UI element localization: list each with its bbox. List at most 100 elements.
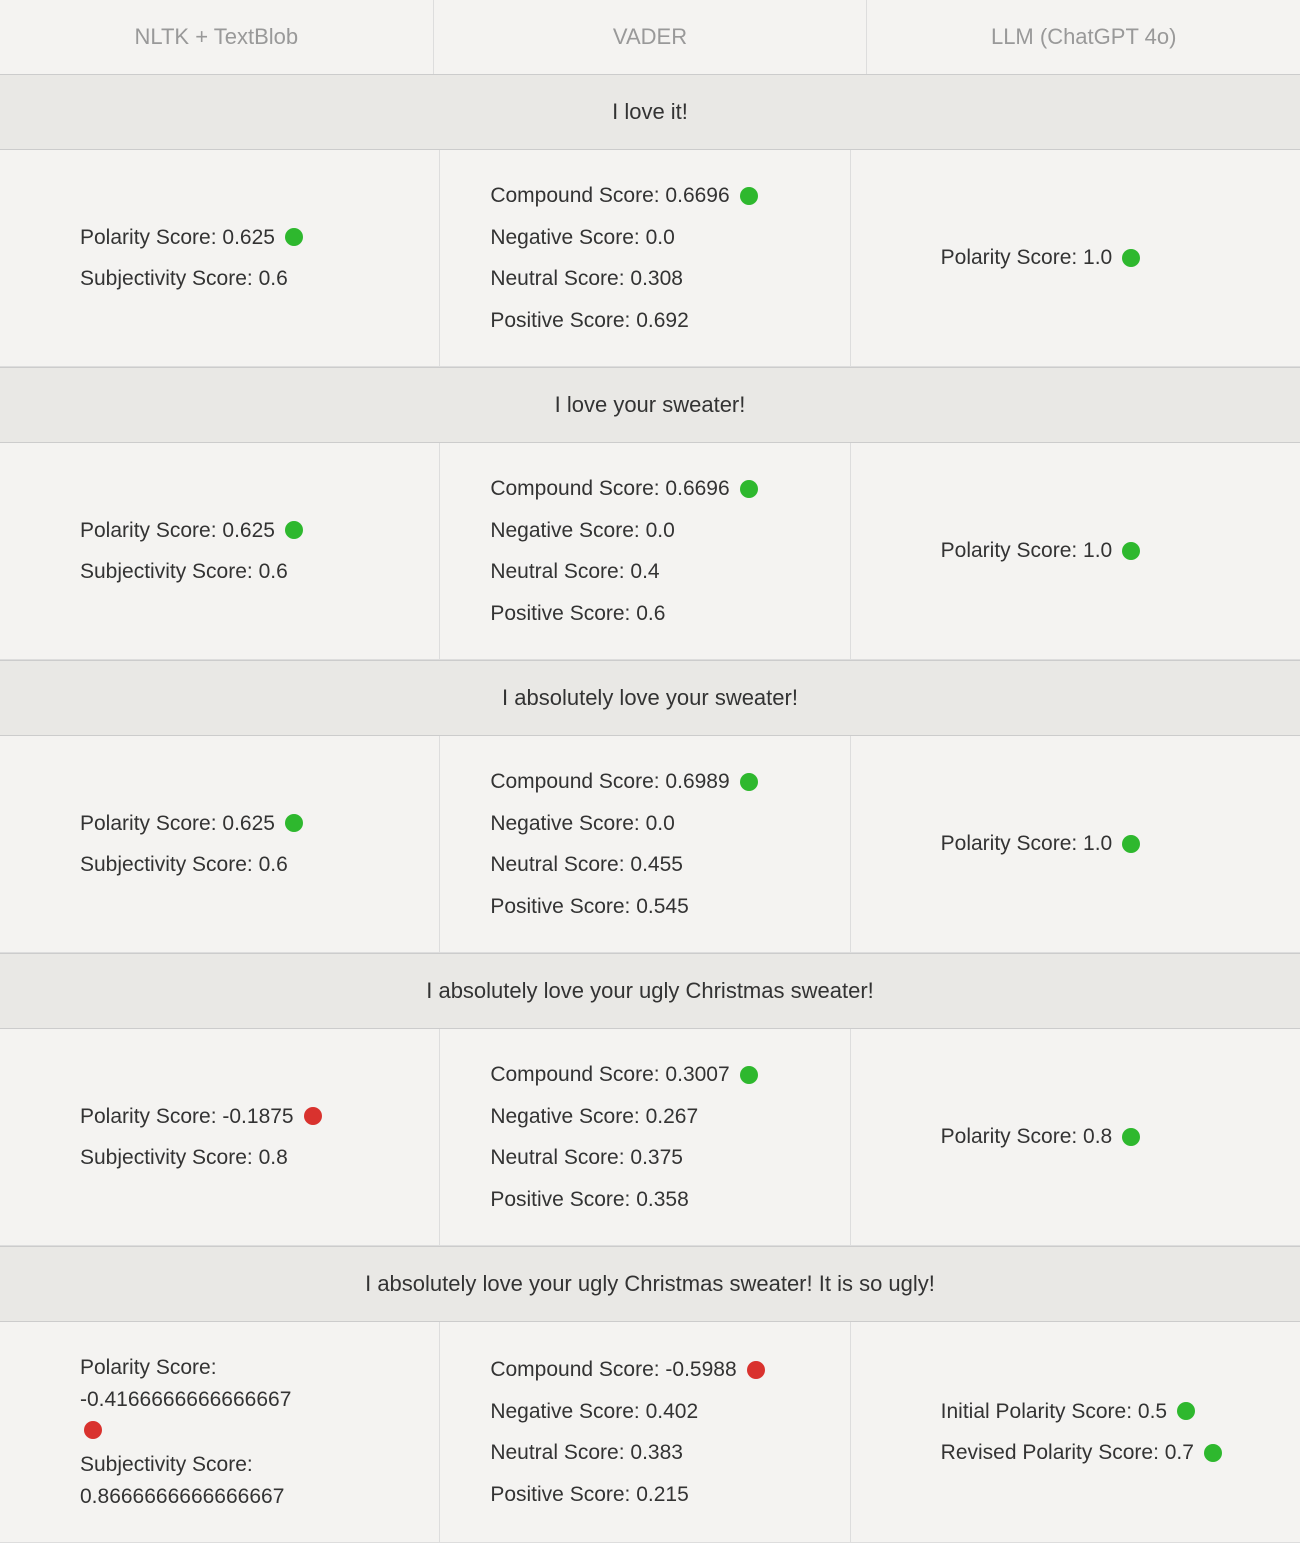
polarity-line: Polarity Score: 0.625 [80,515,399,547]
llm-dot-icon [1122,835,1140,853]
llm-dot-icon [1122,1128,1140,1146]
subjectivity-label: Subjectivity Score: 0.6 [80,556,288,588]
polarity-dot-icon [285,228,303,246]
llm-label: Polarity Score: 0.8 [941,1121,1113,1153]
llm-dot-icon [1122,249,1140,267]
positive-label: Positive Score: 0.692 [490,305,688,337]
compound-dot-icon [740,773,758,791]
polarity-label: Polarity Score: -0.4166666666666667 [80,1352,399,1415]
negative-label: Negative Score: 0.0 [490,515,674,547]
subjectivity-label: Subjectivity Score: 0.8666666666666667 [80,1449,399,1512]
positive-label: Positive Score: 0.358 [490,1184,688,1216]
header-nltk: NLTK + TextBlob [0,0,434,74]
llm-cell: Polarity Score: 0.8 [851,1029,1300,1245]
compound-dot-icon [747,1361,765,1379]
header-llm: LLM (ChatGPT 4o) [867,0,1300,74]
llm-label: Revised Polarity Score: 0.7 [941,1437,1194,1469]
polarity-line: Polarity Score: 0.625 [80,222,399,254]
neutral-line: Neutral Score: 0.4 [490,556,809,588]
subjectivity-line: Subjectivity Score: 0.6 [80,849,399,881]
subjectivity-line: Subjectivity Score: 0.8666666666666667 [80,1449,399,1512]
negative-label: Negative Score: 0.0 [490,222,674,254]
negative-line: Negative Score: 0.0 [490,515,809,547]
llm-cell: Initial Polarity Score: 0.5 Revised Pola… [851,1322,1300,1542]
compound-label: Compound Score: 0.6989 [490,766,729,798]
data-row: Polarity Score: 0.625 Subjectivity Score… [0,443,1300,660]
polarity-label: Polarity Score: 0.625 [80,515,275,547]
llm-cell: Polarity Score: 1.0 [851,736,1300,952]
nltk-cell: Polarity Score: -0.4166666666666667 Subj… [0,1322,440,1542]
subjectivity-label: Subjectivity Score: 0.6 [80,263,288,295]
compound-label: Compound Score: 0.3007 [490,1059,729,1091]
positive-line: Positive Score: 0.545 [490,891,809,923]
polarity-label: Polarity Score: 0.625 [80,808,275,840]
sentence-row: I absolutely love your ugly Christmas sw… [0,1246,1300,1322]
llm-line: Polarity Score: 0.8 [941,1121,1141,1153]
positive-label: Positive Score: 0.6 [490,598,665,630]
llm-line: Revised Polarity Score: 0.7 [941,1437,1222,1469]
vader-cell: Compound Score: 0.6696 Negative Score: 0… [440,443,850,659]
neutral-line: Neutral Score: 0.308 [490,263,809,295]
compound-label: Compound Score: 0.6696 [490,473,729,505]
llm-line: Polarity Score: 1.0 [941,242,1141,274]
negative-line: Negative Score: 0.0 [490,222,809,254]
vader-cell: Compound Score: 0.6696 Negative Score: 0… [440,150,850,366]
compound-label: Compound Score: -0.5988 [490,1354,736,1386]
negative-line: Negative Score: 0.402 [490,1396,809,1428]
comparison-table: NLTK + TextBlob VADER LLM (ChatGPT 4o) I… [0,0,1300,1543]
llm-line: Polarity Score: 1.0 [941,828,1141,860]
positive-line: Positive Score: 0.6 [490,598,809,630]
llm-label: Polarity Score: 1.0 [941,242,1113,274]
data-row: Polarity Score: -0.1875 Subjectivity Sco… [0,1029,1300,1246]
llm-cell: Polarity Score: 1.0 [851,443,1300,659]
polarity-line: Polarity Score: -0.1875 [80,1101,399,1133]
sentence-row: I absolutely love your sweater! [0,660,1300,736]
subjectivity-label: Subjectivity Score: 0.8 [80,1142,288,1174]
compound-dot-icon [740,187,758,205]
negative-line: Negative Score: 0.0 [490,808,809,840]
compound-line: Compound Score: 0.3007 [490,1059,809,1091]
positive-line: Positive Score: 0.215 [490,1479,809,1511]
llm-dot-icon [1177,1402,1195,1420]
compound-line: Compound Score: 0.6696 [490,180,809,212]
vader-cell: Compound Score: -0.5988 Negative Score: … [440,1322,850,1542]
positive-label: Positive Score: 0.545 [490,891,688,923]
data-row: Polarity Score: -0.4166666666666667 Subj… [0,1322,1300,1543]
vader-cell: Compound Score: 0.3007 Negative Score: 0… [440,1029,850,1245]
sentence-row: I love your sweater! [0,367,1300,443]
nltk-cell: Polarity Score: 0.625 Subjectivity Score… [0,736,440,952]
header-row: NLTK + TextBlob VADER LLM (ChatGPT 4o) [0,0,1300,74]
neutral-line: Neutral Score: 0.455 [490,849,809,881]
llm-line: Polarity Score: 1.0 [941,535,1141,567]
nltk-cell: Polarity Score: 0.625 Subjectivity Score… [0,443,440,659]
neutral-label: Neutral Score: 0.308 [490,263,683,295]
subjectivity-line: Subjectivity Score: 0.8 [80,1142,399,1174]
neutral-label: Neutral Score: 0.375 [490,1142,683,1174]
negative-line: Negative Score: 0.267 [490,1101,809,1133]
polarity-label: Polarity Score: 0.625 [80,222,275,254]
compound-label: Compound Score: 0.6696 [490,180,729,212]
llm-dot-icon [1204,1444,1222,1462]
nltk-cell: Polarity Score: 0.625 Subjectivity Score… [0,150,440,366]
compound-line: Compound Score: 0.6696 [490,473,809,505]
llm-cell: Polarity Score: 1.0 [851,150,1300,366]
compound-dot-icon [740,480,758,498]
data-row: Polarity Score: 0.625 Subjectivity Score… [0,150,1300,367]
llm-line: Initial Polarity Score: 0.5 [941,1396,1195,1428]
data-row: Polarity Score: 0.625 Subjectivity Score… [0,736,1300,953]
llm-label: Polarity Score: 1.0 [941,535,1113,567]
positive-line: Positive Score: 0.358 [490,1184,809,1216]
polarity-label: Polarity Score: -0.1875 [80,1101,294,1133]
compound-dot-icon [740,1066,758,1084]
neutral-label: Neutral Score: 0.383 [490,1437,683,1469]
header-vader: VADER [434,0,868,74]
subjectivity-line: Subjectivity Score: 0.6 [80,263,399,295]
llm-label: Polarity Score: 1.0 [941,828,1113,860]
compound-line: Compound Score: -0.5988 [490,1354,809,1386]
polarity-dot-icon [285,814,303,832]
llm-dot-icon [1122,542,1140,560]
subjectivity-label: Subjectivity Score: 0.6 [80,849,288,881]
negative-label: Negative Score: 0.0 [490,808,674,840]
neutral-line: Neutral Score: 0.383 [490,1437,809,1469]
polarity-line: Polarity Score: 0.625 [80,808,399,840]
